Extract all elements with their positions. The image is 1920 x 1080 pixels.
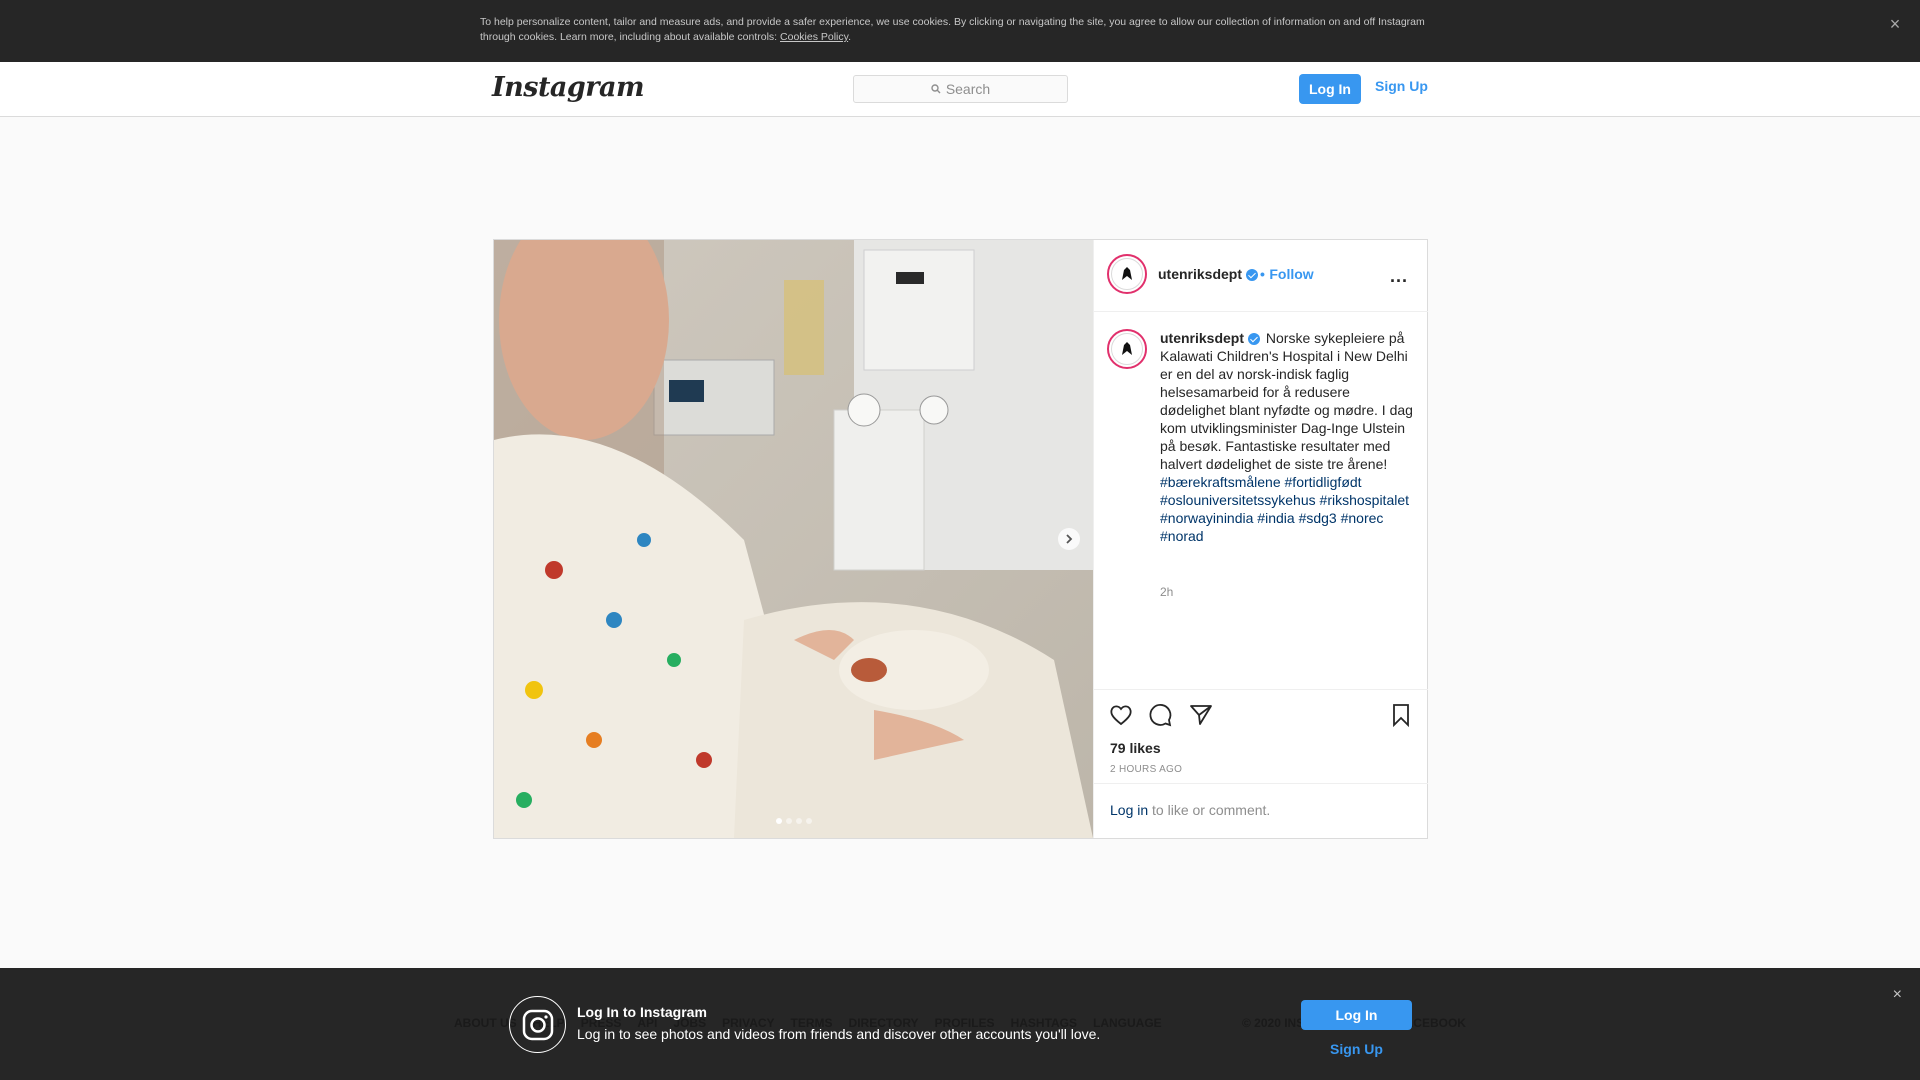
banner-signup-link[interactable]: Sign Up xyxy=(1301,1041,1412,1057)
post-caption: utenriksdept Norske sykepleiere på Kalaw… xyxy=(1160,329,1418,545)
post-image xyxy=(494,240,1093,838)
comment-prompt-rest: to like or comment. xyxy=(1148,802,1271,818)
hashtag-link[interactable]: #norec xyxy=(1341,510,1384,526)
coat-of-arms-icon xyxy=(1111,333,1143,365)
caption-avatar[interactable] xyxy=(1107,329,1147,369)
hashtag-link[interactable]: #india xyxy=(1257,510,1294,526)
instagram-glyph-icon xyxy=(509,996,566,1053)
bookmark-icon[interactable] xyxy=(1388,702,1414,728)
search-icon xyxy=(931,84,941,94)
carousel-dot xyxy=(796,818,802,824)
post-sidebar: utenriksdept • Follow ... utenriksdept No… xyxy=(1093,240,1428,838)
more-options-button[interactable]: ... xyxy=(1390,266,1408,287)
verified-badge-icon xyxy=(1246,268,1259,281)
banner-login-button[interactable]: Log In xyxy=(1301,1000,1412,1030)
post-header: utenriksdept • Follow ... xyxy=(1094,240,1428,312)
comment-prompt-text: Log in to like or comment. xyxy=(1110,802,1270,818)
post-username[interactable]: utenriksdept xyxy=(1158,266,1242,282)
search-input[interactable]: Search xyxy=(853,75,1068,103)
post-timestamp[interactable]: 2 HOURS AGO xyxy=(1110,764,1182,775)
carousel-dot xyxy=(806,818,812,824)
instagram-logo[interactable]: Instagram xyxy=(492,72,645,103)
post-author-line: utenriksdept • Follow xyxy=(1158,266,1314,284)
cookie-close-button[interactable]: × xyxy=(1886,15,1904,33)
login-banner: ABOUT US HELP PRESS API JOBS PRIVACY TERMS DIRE… xyxy=(0,968,1920,1080)
carousel-dot xyxy=(786,818,792,824)
like-heart-icon[interactable] xyxy=(1108,702,1134,728)
caption-area: utenriksdept Norske sykepleiere på Kalaw… xyxy=(1094,313,1428,689)
footer-link[interactable]: LANGUAGE xyxy=(1093,1016,1162,1030)
login-banner-subtitle: Log in to see photos and videos from fri… xyxy=(577,1026,1101,1042)
hashtag-link[interactable]: #fortidligfødt xyxy=(1285,474,1362,490)
post-photo[interactable] xyxy=(494,240,1093,838)
top-nav: Instagram Search Log In Sign Up xyxy=(0,62,1920,117)
cookie-text: To help personalize content, tailor and … xyxy=(480,16,1425,43)
hashtag-link[interactable]: #norwayinindia xyxy=(1160,510,1253,526)
follow-button[interactable]: Follow xyxy=(1269,266,1313,282)
hashtag-link[interactable]: #bærekraftsmålene xyxy=(1160,474,1281,490)
login-banner-title: Log In to Instagram xyxy=(577,1004,707,1020)
cookie-banner: To help personalize content, tailor and … xyxy=(0,0,1920,62)
hashtag-link[interactable]: #norad xyxy=(1160,528,1204,544)
follow-separator: • xyxy=(1260,266,1265,282)
caption-text: Norske sykepleiere på Kalawati Children'… xyxy=(1160,330,1413,472)
search-placeholder: Search xyxy=(945,81,991,97)
header-signup-link[interactable]: Sign Up xyxy=(1375,78,1428,94)
cookies-policy-link[interactable]: Cookies Policy xyxy=(780,31,848,43)
header-login-button[interactable]: Log In xyxy=(1299,74,1361,104)
hashtag-link[interactable]: #rikshospitalet xyxy=(1320,492,1410,508)
caption-time[interactable]: 2h xyxy=(1160,585,1173,599)
cookie-message: To help personalize content, tailor and … xyxy=(480,16,1425,43)
comment-icon[interactable] xyxy=(1148,702,1174,728)
next-photo-button[interactable] xyxy=(1058,528,1080,550)
carousel-indicator xyxy=(776,818,812,824)
post-card: utenriksdept • Follow ... utenriksdept No… xyxy=(493,239,1428,839)
login-link[interactable]: Log in xyxy=(1110,802,1148,818)
footer-link[interactable]: ABOUT US xyxy=(454,1016,517,1030)
likes-count[interactable]: 79 likes xyxy=(1110,740,1161,756)
coat-of-arms-icon xyxy=(1111,258,1143,290)
caption-username[interactable]: utenriksdept xyxy=(1160,330,1244,346)
hashtag-link[interactable]: #oslouniversitetssykehus xyxy=(1160,492,1316,508)
banner-close-button[interactable]: × xyxy=(1893,986,1902,1004)
hashtag-list: #bærekraftsmålene #fortidligfødt #osloun… xyxy=(1160,474,1409,544)
post-actions: 79 likes 2 HOURS AGO Log in to like or c… xyxy=(1094,689,1428,838)
avatar[interactable] xyxy=(1107,254,1147,294)
chevron-right-icon xyxy=(1066,534,1073,544)
share-icon[interactable] xyxy=(1188,702,1214,728)
carousel-dot xyxy=(776,818,782,824)
verified-badge-icon xyxy=(1248,333,1261,346)
comment-prompt: Log in to like or comment. xyxy=(1094,783,1428,839)
hashtag-link[interactable]: #sdg3 xyxy=(1299,510,1337,526)
